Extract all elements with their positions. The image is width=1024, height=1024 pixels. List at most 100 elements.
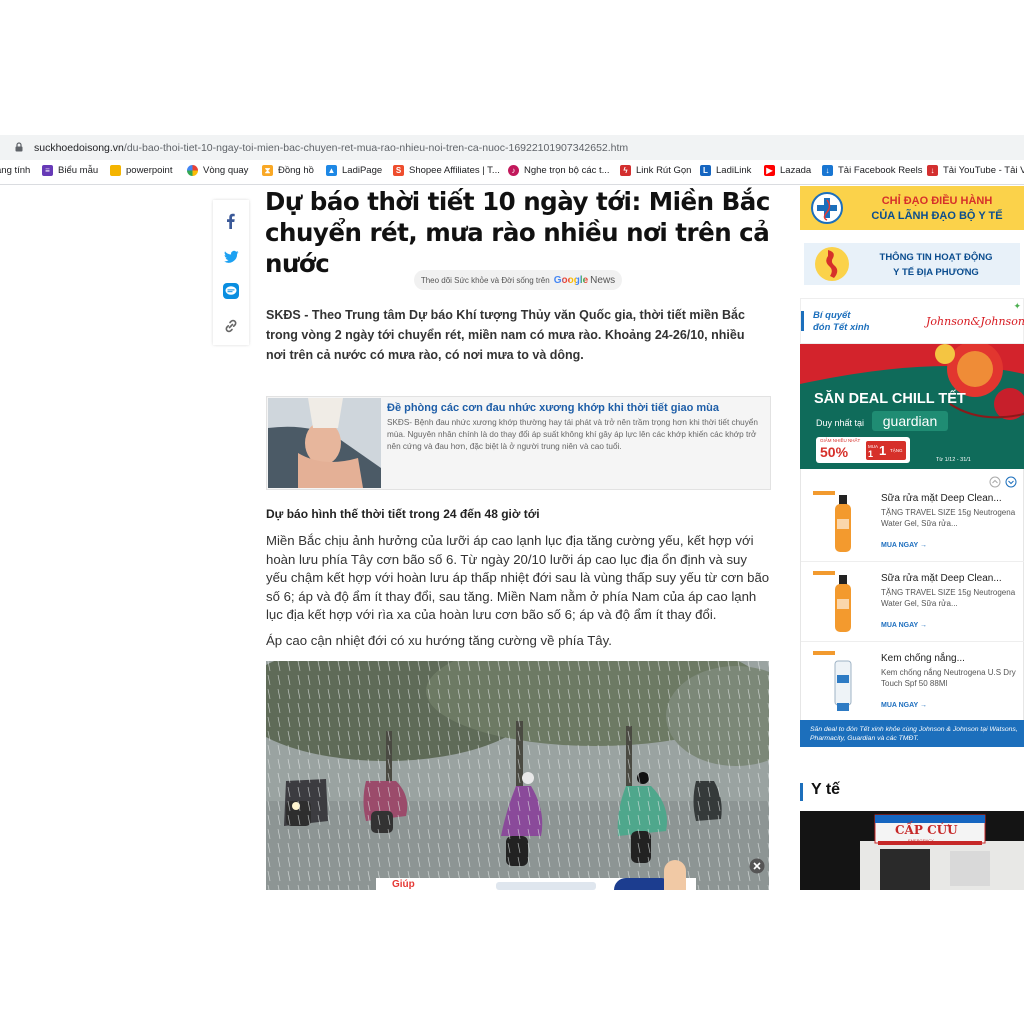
jj-footer-text: Săn deal to đón Tết xinh khỏe cùng Johns…: [810, 726, 1018, 742]
bookmark-label: Biểu mẫu: [58, 165, 99, 176]
banner1-line1: CHỈ ĐẠO ĐIỀU HÀNH: [881, 195, 993, 207]
bookmark-label: Tải YouTube - Tải Vi: [943, 165, 1024, 176]
wheel-icon: [187, 165, 198, 176]
banner2-line2: Y TẾ ĐỊA PHƯƠNG: [893, 267, 979, 278]
bookmark-item[interactable]: S Shopee Affiliates | T...: [393, 165, 500, 176]
share-rail: [213, 200, 249, 345]
emergency-sign-text: CẤP CỨU: [895, 823, 958, 837]
article-paragraph: Áp cao cận nhiệt đới có xu hướng tăng cư…: [266, 633, 612, 648]
google-wordmark: Google: [553, 274, 589, 286]
youtube-icon: ▶: [764, 165, 775, 176]
jj-promo-banner[interactable]: SĂN DEAL CHILL TẾT Duy nhất tại guardian…: [800, 344, 1024, 469]
promo-tang-qty: 1: [879, 443, 887, 458]
cleanser-bottle-image: [813, 491, 851, 552]
slides-icon: [110, 165, 121, 176]
related-article-title[interactable]: Đề phòng các cơn đau nhức xương khớp khi…: [387, 402, 767, 414]
related-article-thumbnail[interactable]: [268, 398, 381, 488]
product-title[interactable]: Kem chống nắng...: [881, 653, 965, 664]
jj-tagline: Bí quyết đón Tết xinh: [813, 310, 869, 334]
product-desc: TẶNG TRAVEL SIZE 15g Neutrogena Water Ge…: [881, 508, 1016, 528]
yte-article-photo[interactable]: CẤP CỨU EMERGENCY: [800, 811, 1024, 890]
ministry-health-logo: [811, 192, 843, 224]
zalo-icon[interactable]: [222, 282, 240, 300]
article-paragraph: Miền Bắc chịu ảnh hưởng của lưỡi áp cao …: [266, 533, 770, 622]
bookmark-item[interactable]: ▲ LadiPage: [326, 165, 382, 176]
banner2-text: THÔNG TIN HOẠT ĐỘNG Y TẾ ĐỊA PHƯƠNG: [856, 250, 1016, 280]
buy-now-link[interactable]: MUA NGAY →: [881, 542, 927, 549]
article-rain-photo: [266, 661, 769, 890]
promo-mua-qty: 1: [868, 449, 874, 459]
jj-ad-header[interactable]: Bí quyết đón Tết xinh Johnson&Johnson ✦: [800, 298, 1024, 344]
url-host: suckhoedoisong.vn: [34, 142, 124, 154]
shopee-icon: S: [393, 165, 404, 176]
promo-top-label: GIẢM NHIỀU NHẤT: [820, 438, 861, 443]
bookmark-item[interactable]: ang tính: [0, 165, 30, 176]
promo-partner-label: Duy nhất tại: [816, 418, 865, 428]
related-article-card[interactable]: Đề phòng các cơn đau nhức xương khớp khi…: [266, 396, 771, 490]
banner2-line1: THÔNG TIN HOẠT ĐỘNG: [879, 252, 993, 263]
jj-product-list: Sữa rửa mặt Deep Clean... TẶNG TRAVEL SI…: [800, 469, 1024, 747]
cleanser-bottle-image: [813, 571, 851, 632]
article-sapo: SKĐS - Theo Trung tâm Dự báo Khí tượng T…: [266, 308, 745, 362]
bookmark-item[interactable]: ♪ Nghe trọn bộ các t...: [508, 165, 610, 176]
bookmarks-bar: ang tính ≡Biểu mẫu powerpoint Vòng quay …: [0, 160, 1024, 185]
banner-leadership-direction[interactable]: CHỈ ĐẠO ĐIỀU HÀNH CỦA LÃNH ĐẠO BỘ Y TẾ: [800, 186, 1024, 230]
bookmark-item[interactable]: ▶ Lazada: [764, 165, 811, 176]
link-icon[interactable]: [222, 317, 240, 335]
sunscreen-tube-image: [813, 651, 852, 711]
gnews-label: Theo dõi Sức khỏe và Đời sống trên: [420, 275, 550, 285]
product-card[interactable]: Sữa rửa mặt Deep Clean... TẶNG TRAVEL SI…: [801, 483, 1024, 562]
twitter-icon[interactable]: [222, 248, 240, 266]
product-card[interactable]: Sữa rửa mặt Deep Clean... TẶNG TRAVEL SI…: [801, 563, 1024, 642]
bookmark-item[interactable]: ↓ Tải YouTube - Tải Vi: [927, 165, 1024, 176]
bottom-ad-peek[interactable]: Giúp: [376, 860, 696, 890]
buy-now-link[interactable]: MUA NGAY →: [881, 622, 927, 629]
promo-tang: TẶNG: [890, 448, 903, 453]
bookmark-item[interactable]: Vòng quay: [187, 165, 248, 176]
bookmark-label: Lazada: [780, 165, 812, 176]
forms-icon: ≡: [42, 165, 53, 176]
bookmark-item[interactable]: ϟ Link Rút Gọn: [620, 165, 691, 176]
news-wordmark: News: [590, 274, 616, 286]
facebook-icon[interactable]: [222, 212, 240, 230]
buy-now-link[interactable]: MUA NGAY →: [881, 702, 927, 709]
bookmark-item[interactable]: powerpoint: [110, 165, 172, 176]
bookmark-label: Tải Facebook Reels: [838, 165, 923, 176]
product-title[interactable]: Sữa rửa mặt Deep Clean...: [881, 573, 1002, 584]
product-card[interactable]: Kem chống nắng... Kem chống nắng Neutrog…: [801, 643, 1024, 721]
google-news-follow-button[interactable]: Theo dõi Sức khỏe và Đời sống trên Googl…: [414, 270, 622, 290]
jj-logo: Johnson&Johnson: [926, 315, 1024, 328]
jj-tag-line1: Bí quyết: [813, 310, 851, 321]
bookmark-label: Vòng quay: [203, 165, 249, 176]
download-icon: ↓: [927, 165, 938, 176]
rain-scene-image: [266, 661, 769, 890]
jj-accent-bar: [801, 311, 804, 331]
article-headline: Dự báo thời tiết 10 ngày tới: Miền Bắc c…: [265, 187, 770, 278]
bookmark-label: Shopee Affiliates | T...: [409, 165, 500, 176]
bookmark-item[interactable]: ⧗ Đồng hồ: [262, 165, 314, 176]
promo-date: Từ 1/12 - 31/1: [936, 457, 971, 463]
related-article-desc: SKĐS- Bệnh đau nhức xương khớp thường ha…: [387, 418, 758, 451]
vietnam-map-icon: [815, 247, 849, 281]
bookmark-label: ang tính: [0, 165, 31, 176]
banner-local-health-activities[interactable]: THÔNG TIN HOẠT ĐỘNG Y TẾ ĐỊA PHƯƠNG: [804, 243, 1020, 285]
close-ad-icon[interactable]: [749, 858, 765, 874]
bookmark-item[interactable]: L LadiLink: [700, 165, 751, 176]
music-icon: ♪: [508, 165, 519, 176]
url-text[interactable]: suckhoedoisong.vn/du-bao-thoi-tiet-10-ng…: [34, 142, 628, 154]
bottom-ad-bar: [496, 882, 596, 890]
banner1-line2: CỦA LÃNH ĐẠO BỘ Y TẾ: [871, 210, 1003, 222]
bottom-ad-person: [664, 860, 686, 890]
article-subheading: Dự báo hình thế thời tiết trong 24 đến 4…: [266, 507, 540, 521]
jj-tag-line2: đón Tết xinh: [813, 322, 870, 333]
promo-buy1get1: MUA 1 1 TẶNG: [866, 441, 906, 460]
jj-ad-footer[interactable]: Săn deal to đón Tết xinh khỏe cùng Johns…: [800, 720, 1024, 747]
download-icon: ↓: [822, 165, 833, 176]
lock-icon[interactable]: [14, 142, 24, 152]
bookmark-label: LadiPage: [342, 165, 383, 176]
bookmark-item[interactable]: ↓ Tải Facebook Reels: [822, 165, 922, 176]
bookmark-item[interactable]: ≡ Biểu mẫu: [42, 165, 98, 176]
guardian-logo: guardian: [872, 411, 948, 431]
product-title[interactable]: Sữa rửa mặt Deep Clean...: [881, 493, 1002, 504]
section-title-yte[interactable]: Y tế: [811, 781, 840, 799]
